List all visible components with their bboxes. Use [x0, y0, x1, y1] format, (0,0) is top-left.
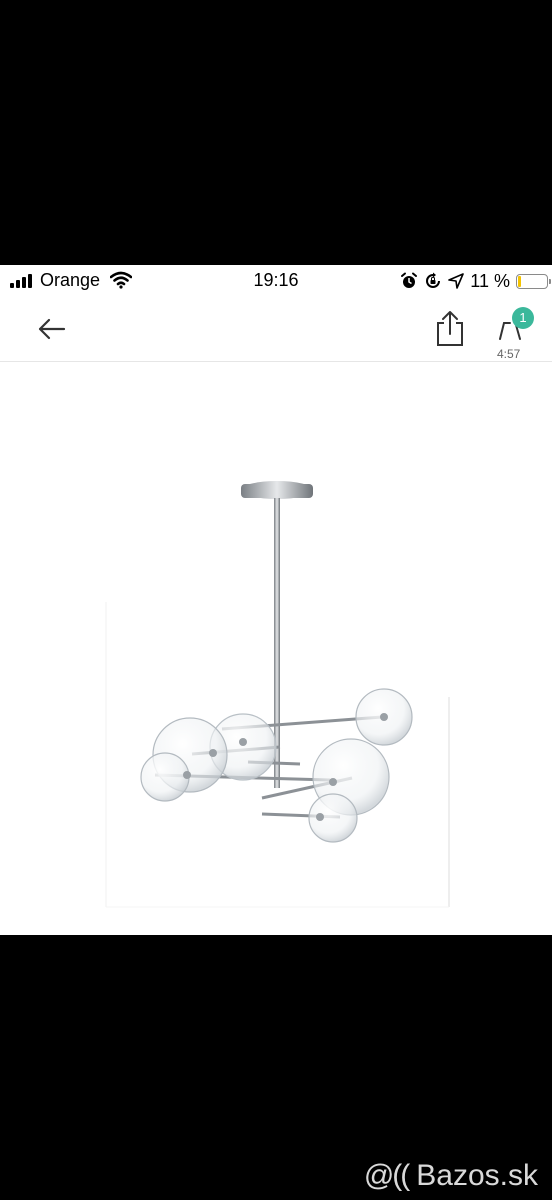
product-photo[interactable] — [0, 362, 552, 935]
battery-icon — [516, 273, 551, 289]
share-icon[interactable] — [432, 309, 468, 349]
bazos-watermark: @(( Bazos.sk — [364, 1159, 538, 1193]
cart-timer: 4:57 — [497, 347, 521, 361]
alarm-icon — [401, 272, 418, 288]
battery-level — [518, 275, 521, 287]
watermark-logo: @(( — [363, 1159, 410, 1192]
status-bar: Orange 19:16 11 % — [0, 265, 552, 297]
status-indicators: 11 % — [400, 269, 551, 293]
battery-percent: 11 % — [470, 270, 510, 291]
rotation-lock-icon — [426, 272, 441, 288]
cart-count-badge: 1 — [512, 307, 534, 329]
chandelier-image — [105, 481, 450, 908]
phone-screenshot: Orange 19:16 11 % 1 4:57 @((Bazos.sk — [0, 0, 552, 1200]
app-screen: Orange 19:16 11 % 1 4:57 — [0, 265, 552, 935]
nav-bar: 1 4:57 — [0, 297, 552, 362]
location-icon — [448, 273, 465, 289]
back-arrow-icon[interactable] — [34, 311, 70, 347]
watermark-text: Bazos.sk — [416, 1159, 538, 1192]
cart-button[interactable]: 1 4:57 — [494, 307, 542, 361]
